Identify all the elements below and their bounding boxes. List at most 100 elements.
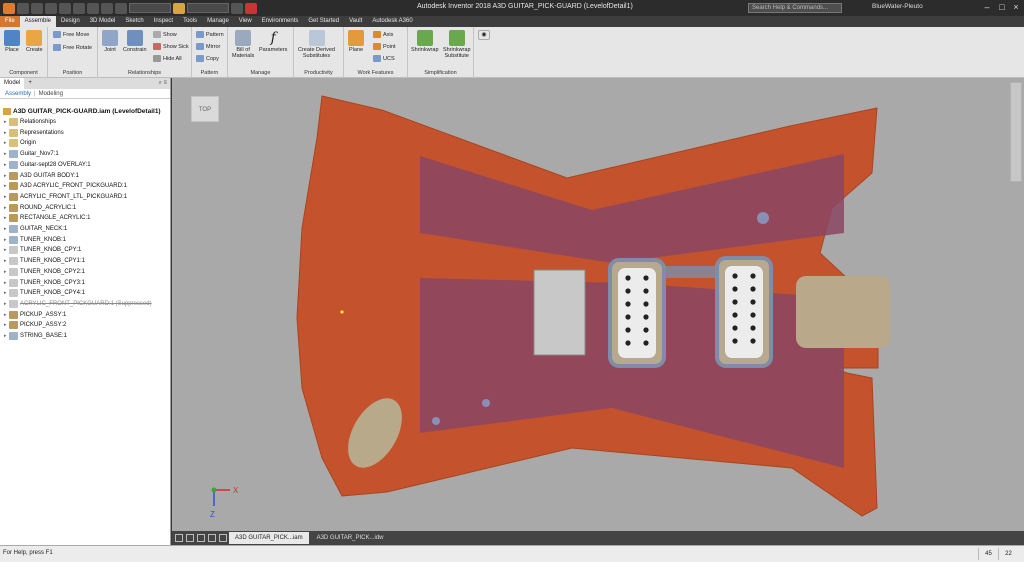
help-search-input[interactable]: Search Help & Commands... <box>748 3 842 13</box>
browser-node[interactable]: ▸ ACRYLIC_FRONT_PICKGUARD:1 (Suppressed) <box>4 299 152 309</box>
browser-node[interactable]: ▸ TUNER_KNOB_CPY4:1 <box>4 288 85 298</box>
show-button[interactable]: Show <box>153 31 177 38</box>
tab-3d-model[interactable]: 3D Model <box>85 16 121 27</box>
browser-node[interactable]: ▸ PICKUP_ASSY:1 <box>4 310 66 320</box>
browser-node[interactable]: ▸ TUNER_KNOB_CPY1:1 <box>4 256 85 266</box>
bom-button[interactable]: Bill of Materials <box>232 30 254 59</box>
tile-horizontal-icon[interactable] <box>175 534 183 542</box>
axis-button[interactable]: Axis <box>373 31 393 38</box>
tab-a360[interactable]: Autodesk A360 <box>367 16 417 27</box>
add-browser-tab-button[interactable]: + <box>24 78 36 89</box>
doc-tab-idw[interactable]: A3D GUITAR_PICK...idw <box>311 532 390 544</box>
point-button[interactable]: Point <box>373 43 396 50</box>
assembly-root[interactable]: A3D GUITAR_PICK-GUARD.iam (LevelofDetail… <box>3 108 161 115</box>
browser-node[interactable]: ▸ Origin <box>4 138 36 148</box>
browser-node[interactable]: ▸ A3D GUITAR BODY:1 <box>4 171 79 181</box>
plane-button[interactable]: Plane <box>348 30 364 53</box>
browser-node[interactable]: ▸ ROUND_ACRYLIC:1 <box>4 203 76 213</box>
browser-node[interactable]: ▸ STRING_BASE:1 <box>4 331 67 341</box>
hide-all-button[interactable]: Hide All <box>153 55 182 62</box>
redo-icon[interactable] <box>73 2 85 14</box>
free-rotate-button[interactable]: Free Rotate <box>53 44 92 51</box>
add-icon[interactable] <box>245 2 257 14</box>
component-panel-label[interactable]: Component <box>0 70 47 76</box>
arrange-icon[interactable] <box>208 534 216 542</box>
browser-node[interactable]: ▸ Relationships <box>4 117 56 127</box>
tab-tools[interactable]: Tools <box>178 16 202 27</box>
tab-file[interactable]: File <box>0 16 20 27</box>
tab-model[interactable]: Model <box>0 78 25 89</box>
save-icon[interactable] <box>45 2 57 14</box>
tab-vault[interactable]: Vault <box>344 16 367 27</box>
select-icon[interactable] <box>115 2 127 14</box>
position-panel-label[interactable]: Position <box>48 70 97 76</box>
user-account[interactable]: BlueWater-Pleuto <box>872 3 923 10</box>
tab-manage[interactable]: Manage <box>202 16 234 27</box>
browser-node[interactable]: ▸ A3D ACRYLIC_FRONT_PICKGUARD:1 <box>4 181 127 191</box>
manage-panel-label[interactable]: Manage <box>228 70 293 76</box>
free-move-button[interactable]: Free Move <box>53 31 89 38</box>
tile-vertical-icon[interactable] <box>186 534 194 542</box>
productivity-panel-label[interactable]: Productivity <box>294 70 343 76</box>
place-button[interactable]: Place <box>4 30 20 53</box>
window-list-icon[interactable] <box>219 534 227 542</box>
new-file-icon[interactable] <box>17 2 29 14</box>
tab-view[interactable]: View <box>234 16 257 27</box>
create-derived-substitutes-button[interactable]: Create Derived Substitutes <box>298 30 335 59</box>
navigation-bar[interactable] <box>1010 82 1022 182</box>
pattern-button[interactable]: Pattern <box>196 31 224 38</box>
constrain-button[interactable]: Constrain <box>123 30 147 53</box>
relationships-panel-label[interactable]: Relationships <box>98 70 191 76</box>
pattern-panel-label[interactable]: Pattern <box>192 70 227 76</box>
graphics-viewport[interactable]: X Z TOP <box>172 78 1024 531</box>
cascade-icon[interactable] <box>197 534 205 542</box>
app-logo-icon[interactable] <box>3 2 15 14</box>
appearance-dropdown[interactable] <box>187 3 229 13</box>
mirror-button[interactable]: Mirror <box>196 43 220 50</box>
maximize-icon[interactable]: □ <box>995 1 1009 13</box>
appearance-icon[interactable] <box>173 2 185 14</box>
browser-search-icon[interactable]: ⌕ ≡ <box>158 80 170 87</box>
tab-assemble[interactable]: Assemble <box>19 16 57 27</box>
view-cube[interactable]: TOP <box>191 96 219 122</box>
simplification-panel-label[interactable]: Simplification <box>408 70 473 76</box>
tab-sketch[interactable]: Sketch <box>120 16 148 27</box>
browser-node[interactable]: ▸ TUNER_KNOB_CPY3:1 <box>4 278 85 288</box>
browser-node[interactable]: ▸ PICKUP_ASSY:2 <box>4 320 66 330</box>
work-features-panel-label[interactable]: Work Features <box>344 70 407 76</box>
assembly-view-tab[interactable]: Assembly <box>5 91 31 97</box>
browser-node[interactable]: ▸ GUITAR_NECK:1 <box>4 224 67 234</box>
browser-node[interactable]: ▸ RECTANGLE_ACRYLIC:1 <box>4 213 90 223</box>
parameters-button[interactable]: f Parameters <box>259 30 287 53</box>
create-button[interactable]: Create <box>26 30 43 53</box>
undo-icon[interactable] <box>59 2 71 14</box>
home-icon[interactable] <box>87 2 99 14</box>
tab-inspect[interactable]: Inspect <box>149 16 178 27</box>
browser-node[interactable]: ▸ TUNER_KNOB:1 <box>4 235 66 245</box>
show-sick-button[interactable]: Show Sick <box>153 43 189 50</box>
modeling-view-tab[interactable]: Modeling <box>39 91 63 97</box>
material-dropdown[interactable] <box>129 3 171 13</box>
tab-environments[interactable]: Environments <box>257 16 304 27</box>
doc-tab-iam[interactable]: A3D GUITAR_PICK...iam <box>229 532 309 544</box>
tab-get-started[interactable]: Get Started <box>303 16 344 27</box>
browser-node[interactable]: ▸ ACRYLIC_FRONT_LTL_PICKGUARD:1 <box>4 192 127 202</box>
close-icon[interactable]: × <box>1009 1 1023 13</box>
browser-node[interactable]: ▸ TUNER_KNOB_CPY:1 <box>4 245 81 255</box>
shrinkwrap-button[interactable]: Shrinkwrap <box>411 30 439 53</box>
joint-button[interactable]: Joint <box>102 30 118 53</box>
open-file-icon[interactable] <box>31 2 43 14</box>
shrinkwrap-substitute-button[interactable]: Shrinkwrap Substitute <box>443 30 471 59</box>
copy-button[interactable]: Copy <box>196 55 219 62</box>
browser-node[interactable]: ▸ Guitar_Nov7:1 <box>4 149 59 159</box>
update-icon[interactable] <box>101 2 113 14</box>
browser-node[interactable]: ▸ TUNER_KNOB_CPY2:1 <box>4 267 85 277</box>
minimize-icon[interactable]: – <box>980 1 994 13</box>
ucs-button[interactable]: UCS <box>373 55 395 62</box>
ribbon-options-icon[interactable]: ◉ <box>478 30 490 40</box>
tab-design[interactable]: Design <box>56 16 85 27</box>
guitar-model[interactable]: X Z <box>172 78 1024 531</box>
browser-node[interactable]: ▸ Representations <box>4 128 64 138</box>
browser-node[interactable]: ▸ Guitar-sept28 OVERLAY:1 <box>4 160 91 170</box>
measure-icon[interactable] <box>231 2 243 14</box>
